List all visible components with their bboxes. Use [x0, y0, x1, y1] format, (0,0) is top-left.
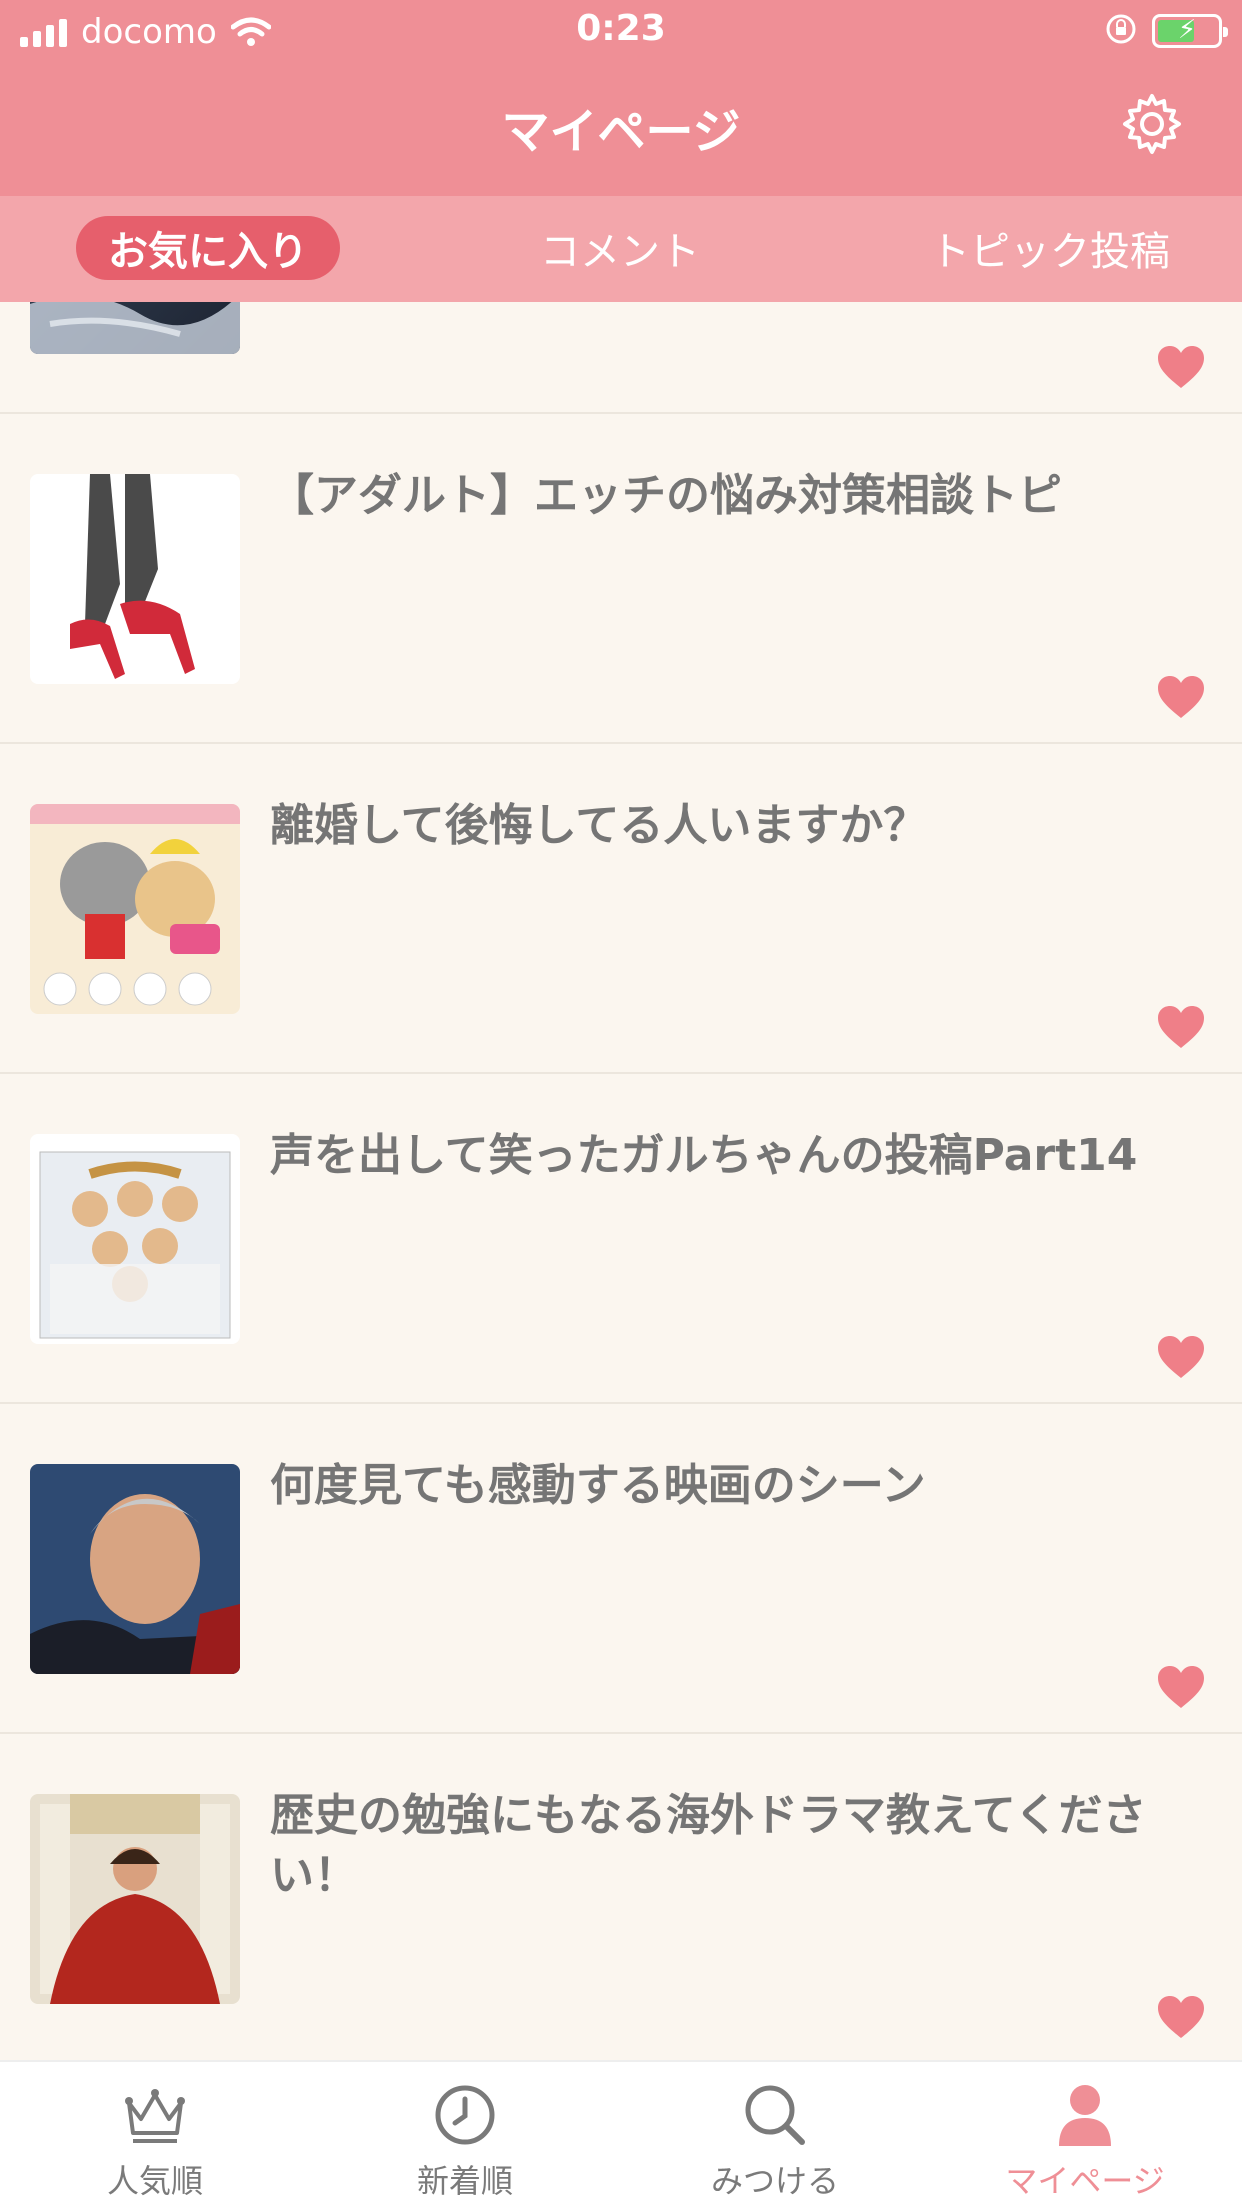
list-item[interactable]: 離婚して後悔してる人いますか？ — [0, 744, 1242, 1074]
bottom-tab-label: 新着順 — [416, 2162, 513, 2200]
list-item[interactable]: 【アダルト】エッチの悩み対策相談トピ — [0, 414, 1242, 744]
topic-title: 何度見ても感動する映画のシーン — [270, 1460, 926, 1511]
user-icon — [1059, 2085, 1111, 2146]
bottom-tab-mypage[interactable]: マイページ — [930, 2062, 1240, 2208]
bottom-tab-label: 人気順 — [106, 2162, 203, 2200]
battery-icon: ⚡ — [1152, 14, 1228, 48]
topic-title: 【アダルト】エッチの悩み対策相談トピ — [270, 470, 1062, 521]
topic-thumbnail — [30, 804, 240, 1014]
heart-icon[interactable] — [1156, 1004, 1206, 1050]
bottom-tab-popular[interactable]: 人気順 — [0, 2062, 310, 2208]
topic-title: 離婚して後悔してる人いますか？ — [270, 800, 928, 851]
page-title: マイページ — [501, 104, 741, 160]
crown-icon — [125, 2089, 185, 2143]
app-header: docomo 0:23 ⚡ マイページ — [0, 0, 1242, 196]
heart-icon[interactable] — [1156, 674, 1206, 720]
list-item[interactable]: 何度見ても感動する映画のシーン — [0, 1404, 1242, 1734]
topic-title: 声を出して笑ったガルちゃんの投稿Part14 — [270, 1130, 1138, 1181]
topic-thumbnail — [30, 474, 240, 684]
topic-thumbnail — [30, 1794, 240, 2004]
topic-thumbnail — [30, 302, 240, 354]
status-bar: docomo 0:23 ⚡ — [0, 0, 1242, 64]
heart-icon[interactable] — [1156, 1994, 1206, 2040]
bottom-tab-search[interactable]: みつける — [620, 2062, 930, 2208]
rotation-lock-icon — [1104, 12, 1138, 50]
list-item[interactable]: 声を出して笑ったガルちゃんの投稿Part14 — [0, 1074, 1242, 1404]
bottom-tab-newest[interactable]: 新着順 — [310, 2062, 620, 2208]
bottom-tab-label: みつける — [710, 2162, 839, 2200]
tab-topic-posts[interactable]: トピック投稿 — [900, 216, 1200, 280]
bottom-tab-label: マイページ — [1005, 2162, 1165, 2200]
topic-title: 歴史の勉強にもなる海外ドラマ教えてください！ — [270, 1790, 1147, 1901]
list-item[interactable] — [0, 302, 1242, 414]
search-icon — [745, 2085, 805, 2145]
topic-thumbnail — [30, 1134, 240, 1344]
bottom-tab-bar: 人気順 新着順 みつける マイページ — [0, 2060, 1242, 2208]
topic-thumbnail — [30, 1464, 240, 1674]
segment-tabs: お気に入り コメント トピック投稿 — [0, 196, 1242, 302]
gear-icon — [1120, 92, 1184, 160]
heart-icon[interactable] — [1156, 1664, 1206, 1710]
heart-icon[interactable] — [1156, 1334, 1206, 1380]
tab-comments[interactable]: コメント — [490, 216, 750, 280]
favorites-list: 【アダルト】エッチの悩み対策相談トピ 離婚して後悔してる人いますか？ 声を出して… — [0, 302, 1242, 2060]
list-item[interactable]: 歴史の勉強にもなる海外ドラマ教えてください！ — [0, 1734, 1242, 2060]
status-time: 0:23 — [576, 8, 666, 49]
settings-button[interactable] — [1118, 92, 1186, 160]
tab-favorites[interactable]: お気に入り — [76, 216, 340, 280]
heart-icon[interactable] — [1156, 344, 1206, 390]
clock-icon — [435, 2085, 495, 2145]
